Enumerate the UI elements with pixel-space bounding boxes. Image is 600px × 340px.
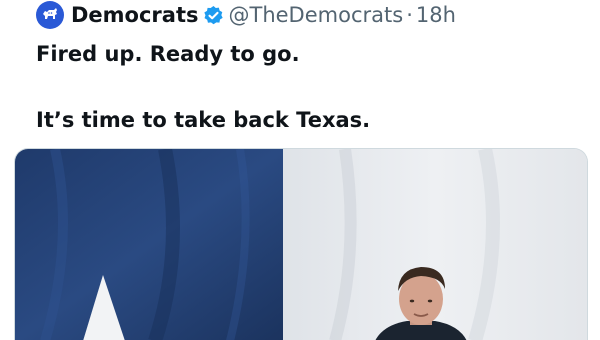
timestamp[interactable]: 18h [416, 3, 456, 27]
tweet-header: Democrats @TheDemocrats · 18h [36, 0, 456, 30]
tweet-text-line-2: It’s time to take back Texas. [36, 108, 371, 132]
handle[interactable]: @TheDemocrats [229, 3, 404, 27]
verified-badge-icon [203, 5, 224, 26]
display-name[interactable]: Democrats [71, 3, 199, 27]
tweet-card: Democrats @TheDemocrats · 18h Fired up. … [0, 0, 600, 340]
tweet-media-image[interactable] [14, 148, 588, 340]
democrats-donkey-icon[interactable] [36, 1, 64, 29]
tweet-text-line-1: Fired up. Ready to go. [36, 42, 300, 66]
separator: · [406, 3, 413, 27]
